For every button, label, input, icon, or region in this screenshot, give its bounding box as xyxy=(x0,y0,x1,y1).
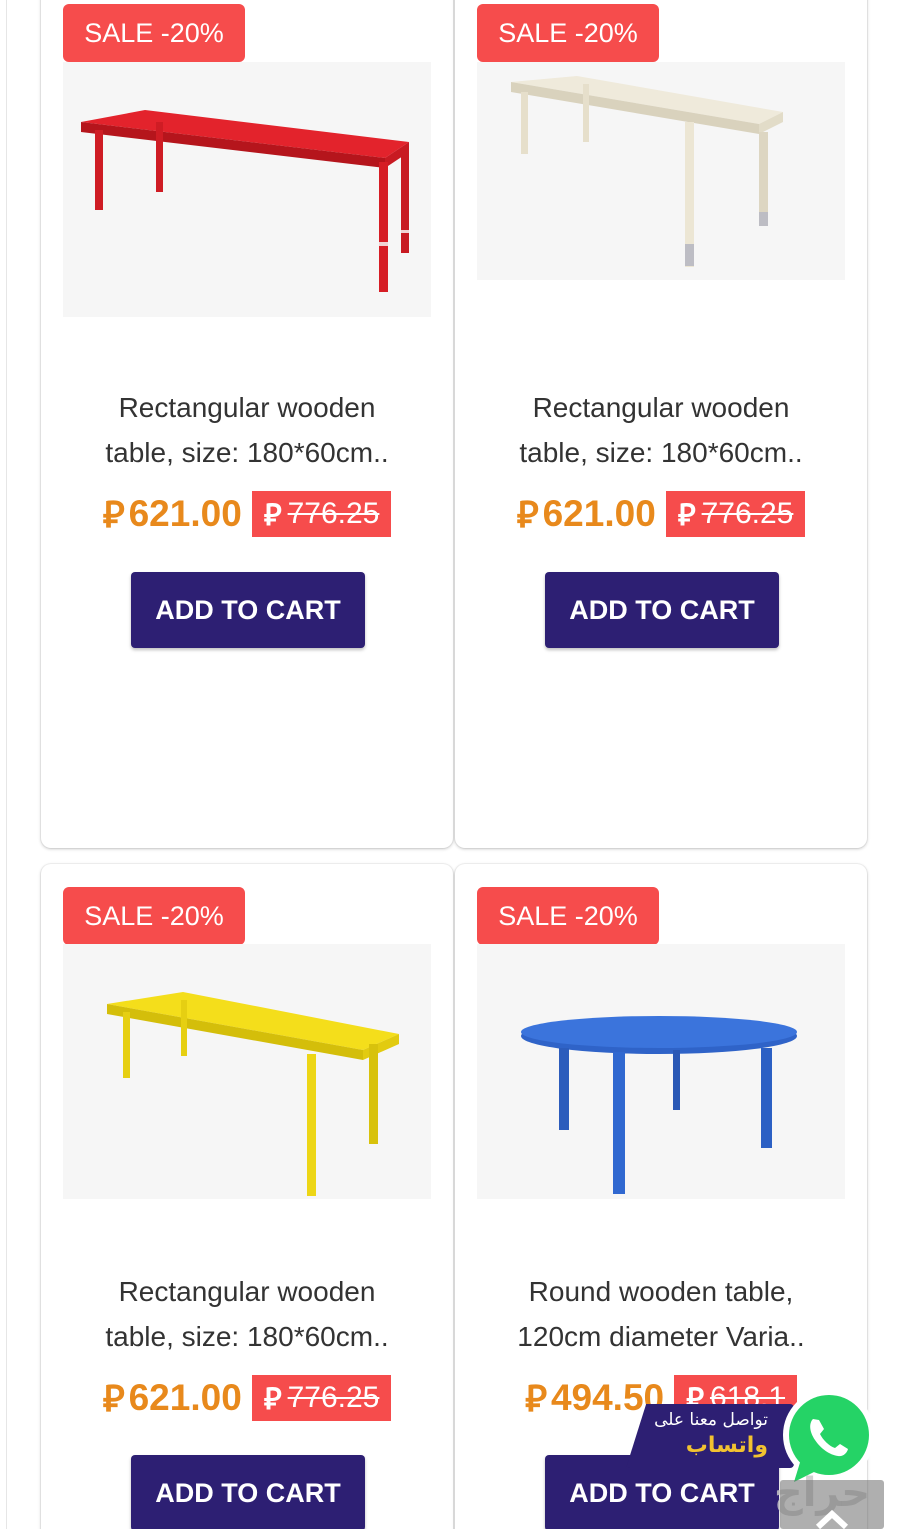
product-card[interactable]: SALE -20% Rectangular wooden table, size… xyxy=(455,0,867,848)
sale-price: ⃁ 621.00 xyxy=(517,490,656,538)
original-price: ⃁ 776.25 xyxy=(665,491,806,537)
price-row: ⃁ 621.00 ⃁ 776.25 xyxy=(41,490,453,538)
sale-badge: SALE -20% xyxy=(477,4,659,62)
product-image-blue-round-table[interactable] xyxy=(477,944,845,1199)
product-image-cream-table[interactable] xyxy=(477,62,845,280)
product-image-red-table[interactable] xyxy=(63,62,431,317)
riyal-icon: ⃁ xyxy=(263,1381,282,1417)
add-to-cart-button[interactable]: ADD TO CART xyxy=(131,572,365,648)
page-border xyxy=(6,0,7,1529)
price-row: ⃁ 621.00 ⃁ 776.25 xyxy=(455,490,867,538)
product-card[interactable]: SALE -20% Rectangular wooden table, size… xyxy=(41,864,453,1529)
product-title[interactable]: Rectangular wooden table, size: 180*60cm… xyxy=(61,1269,433,1359)
sale-price: ⃁ 621.00 xyxy=(103,1374,242,1422)
product-title[interactable]: Rectangular wooden table, size: 180*60cm… xyxy=(475,385,847,475)
riyal-icon: ⃁ xyxy=(524,1377,547,1420)
chevron-up-icon xyxy=(815,1509,849,1529)
add-to-cart-button[interactable]: ADD TO CART xyxy=(545,572,779,648)
product-card[interactable]: SALE -20% Rectangular wooden table, size… xyxy=(41,0,453,848)
scroll-to-top-button[interactable] xyxy=(780,1480,884,1529)
whatsapp-banner-line2: واتساب xyxy=(685,1433,768,1458)
riyal-icon: ⃁ xyxy=(263,497,282,533)
sale-badge: SALE -20% xyxy=(63,4,245,62)
riyal-icon: ⃁ xyxy=(102,493,125,536)
product-title[interactable]: Round wooden table, 120cm diameter Varia… xyxy=(475,1269,847,1359)
original-price: ⃁ 776.25 xyxy=(251,1375,392,1421)
product-image-yellow-table[interactable] xyxy=(63,944,431,1199)
sale-badge: SALE -20% xyxy=(477,887,659,945)
whatsapp-contact-banner[interactable]: تواصل معنا على واتساب xyxy=(626,1404,794,1468)
riyal-icon: ⃁ xyxy=(516,493,539,536)
riyal-icon: ⃁ xyxy=(677,497,696,533)
add-to-cart-button[interactable]: ADD TO CART xyxy=(131,1455,365,1529)
riyal-icon: ⃁ xyxy=(102,1377,125,1420)
sale-badge: SALE -20% xyxy=(63,887,245,945)
sale-price: ⃁ 621.00 xyxy=(103,490,242,538)
original-price: ⃁ 776.25 xyxy=(251,491,392,537)
whatsapp-banner-line1: تواصل معنا على xyxy=(654,1410,768,1430)
product-title[interactable]: Rectangular wooden table, size: 180*60cm… xyxy=(61,385,433,475)
price-row: ⃁ 621.00 ⃁ 776.25 xyxy=(41,1374,453,1422)
